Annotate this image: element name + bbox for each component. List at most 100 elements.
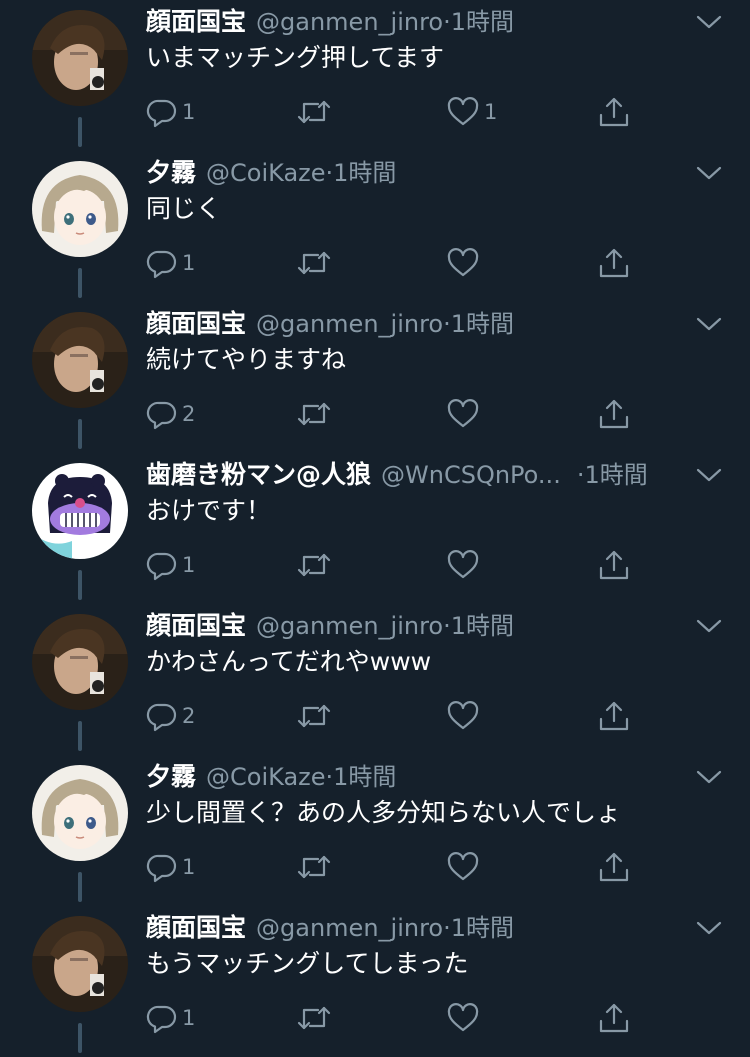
retweet-button[interactable] [296,998,332,1038]
retweet-button[interactable] [296,92,332,132]
like-button[interactable] [446,243,484,283]
user-handle[interactable]: @CoiKaze [206,763,326,791]
share-icon [599,399,629,429]
timestamp[interactable]: 1時間 [451,8,514,36]
tweet[interactable]: 顔面国宝 @ganmen_jinro·1時間 もうマッチングしてしまった 1 [0,906,750,1057]
like-button[interactable] [446,998,484,1038]
avatar[interactable] [32,765,128,861]
display-name[interactable]: 顔面国宝 [146,913,246,942]
timestamp[interactable]: 1時間 [451,914,514,942]
like-button[interactable] [446,696,484,736]
tweet[interactable]: 夕霧 @CoiKaze·1時間 同じく 1 [0,151,750,302]
tweet[interactable]: 顔面国宝 @ganmen_jinro·1時間 かわさんってだれやwww 2 [0,604,750,755]
reply-count: 2 [182,402,196,426]
display-name[interactable]: 夕霧 [146,762,196,791]
user-handle[interactable]: @ganmen_jinro [256,310,443,338]
avatar[interactable] [32,312,128,408]
user-handle[interactable]: @ganmen_jinro [256,914,443,942]
thread-connector [78,872,82,902]
chevron-down-icon [696,317,722,331]
retweet-icon [297,1006,331,1030]
reply-button[interactable]: 1 [146,243,195,283]
retweet-button[interactable] [296,243,332,283]
retweet-icon [297,251,331,275]
reply-button[interactable]: 2 [146,696,195,736]
reply-button[interactable]: 1 [146,545,195,585]
timestamp[interactable]: 1時間 [451,310,514,338]
tweet[interactable]: 顔面国宝 @ganmen_jinro·1時間 いまマッチング押してます 1 1 [0,0,750,151]
share-icon [599,1003,629,1033]
display-name[interactable]: 顔面国宝 [146,7,246,36]
avatar[interactable] [32,916,128,1012]
tweet-menu-button[interactable] [694,312,724,336]
display-name[interactable]: 夕霧 [146,158,196,187]
reply-icon [146,1005,177,1034]
tweet-header: 顔面国宝 @ganmen_jinro·1時間 [146,608,686,644]
retweet-icon [297,100,331,124]
retweet-button[interactable] [296,545,332,585]
user-handle[interactable]: @WnCSQnPo... [381,457,561,493]
display-name[interactable]: 顔面国宝 [146,611,246,640]
reply-button[interactable]: 2 [146,394,195,434]
avatar[interactable] [32,10,128,106]
tweet-actions: 2 [146,394,646,434]
reply-button[interactable]: 1 [146,998,195,1038]
tweet[interactable]: 夕霧 @CoiKaze·1時間 少し間置く？あの人多分知らない人でしょ 1 [0,755,750,906]
tweet-menu-button[interactable] [694,463,724,487]
reply-icon [146,854,177,883]
tweet-menu-button[interactable] [694,10,724,34]
tweet-text: 少し間置く？あの人多分知らない人でしょ [146,798,622,827]
tweet-menu-button[interactable] [694,161,724,185]
tweet-menu-button[interactable] [694,614,724,638]
share-button[interactable] [596,696,632,736]
avatar[interactable] [32,161,128,257]
tweet-menu-button[interactable] [694,916,724,940]
display-name[interactable]: 顔面国宝 [146,309,246,338]
timestamp[interactable]: 1時間 [333,159,396,187]
tweet-menu-button[interactable] [694,765,724,789]
share-icon [599,701,629,731]
user-handle[interactable]: @ganmen_jinro [256,612,443,640]
like-button[interactable] [446,847,484,887]
retweet-button[interactable] [296,847,332,887]
share-button[interactable] [596,92,632,132]
retweet-button[interactable] [296,696,332,736]
tweet-text: おけです！ [146,496,272,525]
thread-connector [78,570,82,600]
reply-icon [146,703,177,732]
retweet-button[interactable] [296,394,332,434]
avatar[interactable] [32,463,128,559]
reply-button[interactable]: 1 [146,847,195,887]
timestamp[interactable]: 1時間 [333,763,396,791]
chevron-down-icon [696,770,722,784]
tweet-actions: 1 [146,847,646,887]
retweet-icon [297,855,331,879]
share-button[interactable] [596,545,632,585]
chevron-down-icon [696,468,722,482]
user-handle[interactable]: @ganmen_jinro [256,8,443,36]
display-name[interactable]: 歯磨き粉マン@人狼 [146,460,371,489]
share-button[interactable] [596,394,632,434]
heart-icon [447,97,479,126]
timestamp[interactable]: 1時間 [584,461,647,489]
tweet[interactable]: 歯磨き粉マン@人狼 @WnCSQnPo... ·1時間 おけです！ 1 [0,453,750,604]
heart-icon [447,248,479,277]
tweet-header: 顔面国宝 @ganmen_jinro·1時間 [146,4,686,40]
like-button[interactable] [446,394,484,434]
tweet-actions: 1 [146,998,646,1038]
tweet-actions: 1 [146,243,646,283]
share-button[interactable] [596,998,632,1038]
share-button[interactable] [596,847,632,887]
share-button[interactable] [596,243,632,283]
user-handle[interactable]: @CoiKaze [206,159,326,187]
avatar[interactable] [32,614,128,710]
tweet[interactable]: 顔面国宝 @ganmen_jinro·1時間 続けてやりますね 2 [0,302,750,453]
reply-count: 1 [182,100,196,124]
like-button[interactable] [446,545,484,585]
like-button[interactable]: 1 [446,92,497,132]
reply-button[interactable]: 1 [146,92,195,132]
avatar-illustration [32,765,128,861]
timestamp[interactable]: 1時間 [451,612,514,640]
chevron-down-icon [696,619,722,633]
share-icon [599,852,629,882]
